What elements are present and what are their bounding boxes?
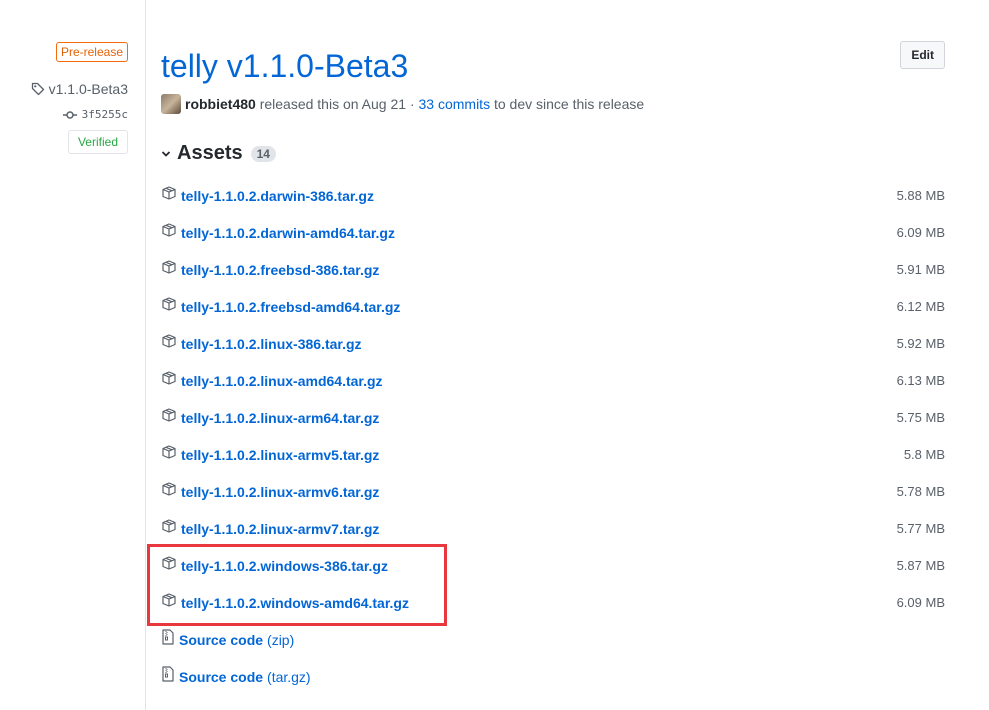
asset-size: 6.13 MB	[896, 373, 945, 388]
asset-name[interactable]: telly-1.1.0.2.linux-arm64.tar.gz	[181, 410, 379, 426]
package-icon	[161, 333, 177, 354]
assets-heading: Assets	[177, 142, 243, 164]
verified-badge[interactable]: Verified	[67, 130, 128, 154]
tag-icon	[31, 82, 44, 96]
asset-link[interactable]: telly-1.1.0.2.linux-arm64.tar.gz	[161, 407, 379, 428]
asset-link[interactable]: telly-1.1.0.2.darwin-amd64.tar.gz	[161, 222, 395, 243]
package-icon	[161, 481, 177, 502]
asset-link[interactable]: telly-1.1.0.2.darwin-386.tar.gz	[161, 185, 374, 206]
asset-size: 5.88 MB	[896, 188, 945, 203]
asset-size: 6.09 MB	[896, 225, 945, 240]
asset-row: telly-1.1.0.2.darwin-amd64.tar.gz 6.09 MB	[161, 214, 945, 251]
asset-size: 5.92 MB	[896, 336, 945, 351]
asset-name[interactable]: telly-1.1.0.2.linux-amd64.tar.gz	[181, 373, 383, 389]
asset-link[interactable]: telly-1.1.0.2.linux-386.tar.gz	[161, 333, 362, 354]
prerelease-badge: Pre-release	[55, 42, 128, 62]
source-row: Source code (zip)	[161, 621, 945, 658]
chevron-down-icon	[161, 150, 171, 157]
package-icon	[161, 185, 177, 206]
asset-row: telly-1.1.0.2.windows-amd64.tar.gz 6.09 M…	[161, 584, 945, 621]
git-commit-icon	[62, 110, 77, 119]
assets-toggle[interactable]: Assets 14	[161, 142, 276, 165]
asset-link[interactable]: telly-1.1.0.2.freebsd-386.tar.gz	[161, 259, 379, 280]
package-icon	[161, 296, 177, 317]
asset-name[interactable]: telly-1.1.0.2.freebsd-amd64.tar.gz	[181, 299, 400, 315]
asset-name[interactable]: telly-1.1.0.2.linux-armv6.tar.gz	[181, 484, 379, 500]
release-main: telly v1.1.0-Beta3 Edit robbiet480 relea…	[161, 0, 945, 710]
source-row: Source code (tar.gz)	[161, 658, 945, 695]
release-sidebar: Pre-release v1.1.0-Beta3 3f5255c Verifie…	[0, 0, 146, 710]
asset-name[interactable]: telly-1.1.0.2.darwin-386.tar.gz	[181, 188, 374, 204]
asset-size: 5.8 MB	[903, 447, 945, 462]
asset-row: telly-1.1.0.2.freebsd-amd64.tar.gz 6.12 M…	[161, 288, 945, 325]
asset-link[interactable]: telly-1.1.0.2.windows-386.tar.gz	[161, 555, 388, 576]
release-title[interactable]: telly v1.1.0-Beta3	[161, 46, 408, 86]
asset-link[interactable]: telly-1.1.0.2.windows-amd64.tar.gz	[161, 592, 409, 613]
asset-name[interactable]: telly-1.1.0.2.darwin-amd64.tar.gz	[181, 225, 395, 241]
package-icon	[161, 259, 177, 280]
asset-link[interactable]: telly-1.1.0.2.linux-armv7.tar.gz	[161, 518, 379, 539]
asset-name[interactable]: telly-1.1.0.2.linux-armv5.tar.gz	[181, 447, 379, 463]
package-icon	[161, 555, 177, 576]
asset-row: telly-1.1.0.2.linux-arm64.tar.gz 5.75 MB	[161, 399, 945, 436]
package-icon	[161, 222, 177, 243]
asset-row: telly-1.1.0.2.linux-armv5.tar.gz 5.8 MB	[161, 436, 945, 473]
tag-link[interactable]: v1.1.0-Beta3	[31, 81, 128, 97]
asset-size: 5.91 MB	[896, 262, 945, 277]
file-zip-icon	[161, 666, 175, 687]
source-name[interactable]: Source code	[179, 669, 263, 685]
commits-link[interactable]: 33 commits	[419, 96, 491, 112]
package-icon	[161, 407, 177, 428]
commit-link[interactable]: 3f5255c	[62, 108, 128, 121]
asset-row: telly-1.1.0.2.linux-amd64.tar.gz 6.13 MB	[161, 362, 945, 399]
source-name[interactable]: Source code	[179, 632, 263, 648]
released-text: released this on Aug 21 ·	[259, 96, 415, 112]
asset-size: 5.87 MB	[896, 558, 945, 573]
author-link[interactable]: robbiet480	[185, 96, 256, 112]
package-icon	[161, 518, 177, 539]
assets-count: 14	[250, 145, 276, 162]
asset-size: 5.77 MB	[896, 521, 945, 536]
asset-row: telly-1.1.0.2.linux-armv6.tar.gz 5.78 MB	[161, 473, 945, 510]
tag-label[interactable]: v1.1.0-Beta3	[49, 81, 128, 97]
file-zip-icon	[161, 629, 175, 650]
package-icon	[161, 592, 177, 613]
release-meta: robbiet480 released this on Aug 21 · 33 …	[161, 94, 644, 114]
source-ext[interactable]: (zip)	[267, 632, 294, 648]
commit-hash[interactable]: 3f5255c	[82, 108, 128, 121]
branch-text: to dev since this release	[493, 96, 645, 112]
package-icon	[161, 444, 177, 465]
asset-row: telly-1.1.0.2.linux-armv7.tar.gz 5.77 MB	[161, 510, 945, 547]
asset-row: telly-1.1.0.2.freebsd-386.tar.gz 5.91 MB	[161, 251, 945, 288]
asset-row: telly-1.1.0.2.windows-386.tar.gz 5.87 MB	[161, 547, 945, 584]
edit-button[interactable]: Edit	[900, 41, 945, 69]
asset-size: 6.12 MB	[896, 299, 945, 314]
asset-size: 5.75 MB	[896, 410, 945, 425]
asset-name[interactable]: telly-1.1.0.2.linux-armv7.tar.gz	[181, 521, 379, 537]
asset-name[interactable]: telly-1.1.0.2.linux-386.tar.gz	[181, 336, 362, 352]
asset-link[interactable]: telly-1.1.0.2.freebsd-amd64.tar.gz	[161, 296, 400, 317]
asset-name[interactable]: telly-1.1.0.2.windows-amd64.tar.gz	[181, 595, 409, 611]
package-icon	[161, 370, 177, 391]
asset-size: 5.78 MB	[896, 484, 945, 499]
asset-size: 6.09 MB	[896, 595, 945, 610]
asset-row: telly-1.1.0.2.linux-386.tar.gz 5.92 MB	[161, 325, 945, 362]
asset-name[interactable]: telly-1.1.0.2.windows-386.tar.gz	[181, 558, 388, 574]
source-ext[interactable]: (tar.gz)	[267, 669, 311, 685]
asset-link[interactable]: telly-1.1.0.2.linux-amd64.tar.gz	[161, 370, 383, 391]
avatar[interactable]	[161, 94, 181, 114]
asset-row: telly-1.1.0.2.darwin-386.tar.gz 5.88 MB	[161, 177, 945, 214]
source-link[interactable]: Source code (zip)	[161, 629, 294, 650]
source-link[interactable]: Source code (tar.gz)	[161, 666, 311, 687]
asset-link[interactable]: telly-1.1.0.2.linux-armv6.tar.gz	[161, 481, 379, 502]
asset-link[interactable]: telly-1.1.0.2.linux-armv5.tar.gz	[161, 444, 379, 465]
asset-name[interactable]: telly-1.1.0.2.freebsd-386.tar.gz	[181, 262, 379, 278]
